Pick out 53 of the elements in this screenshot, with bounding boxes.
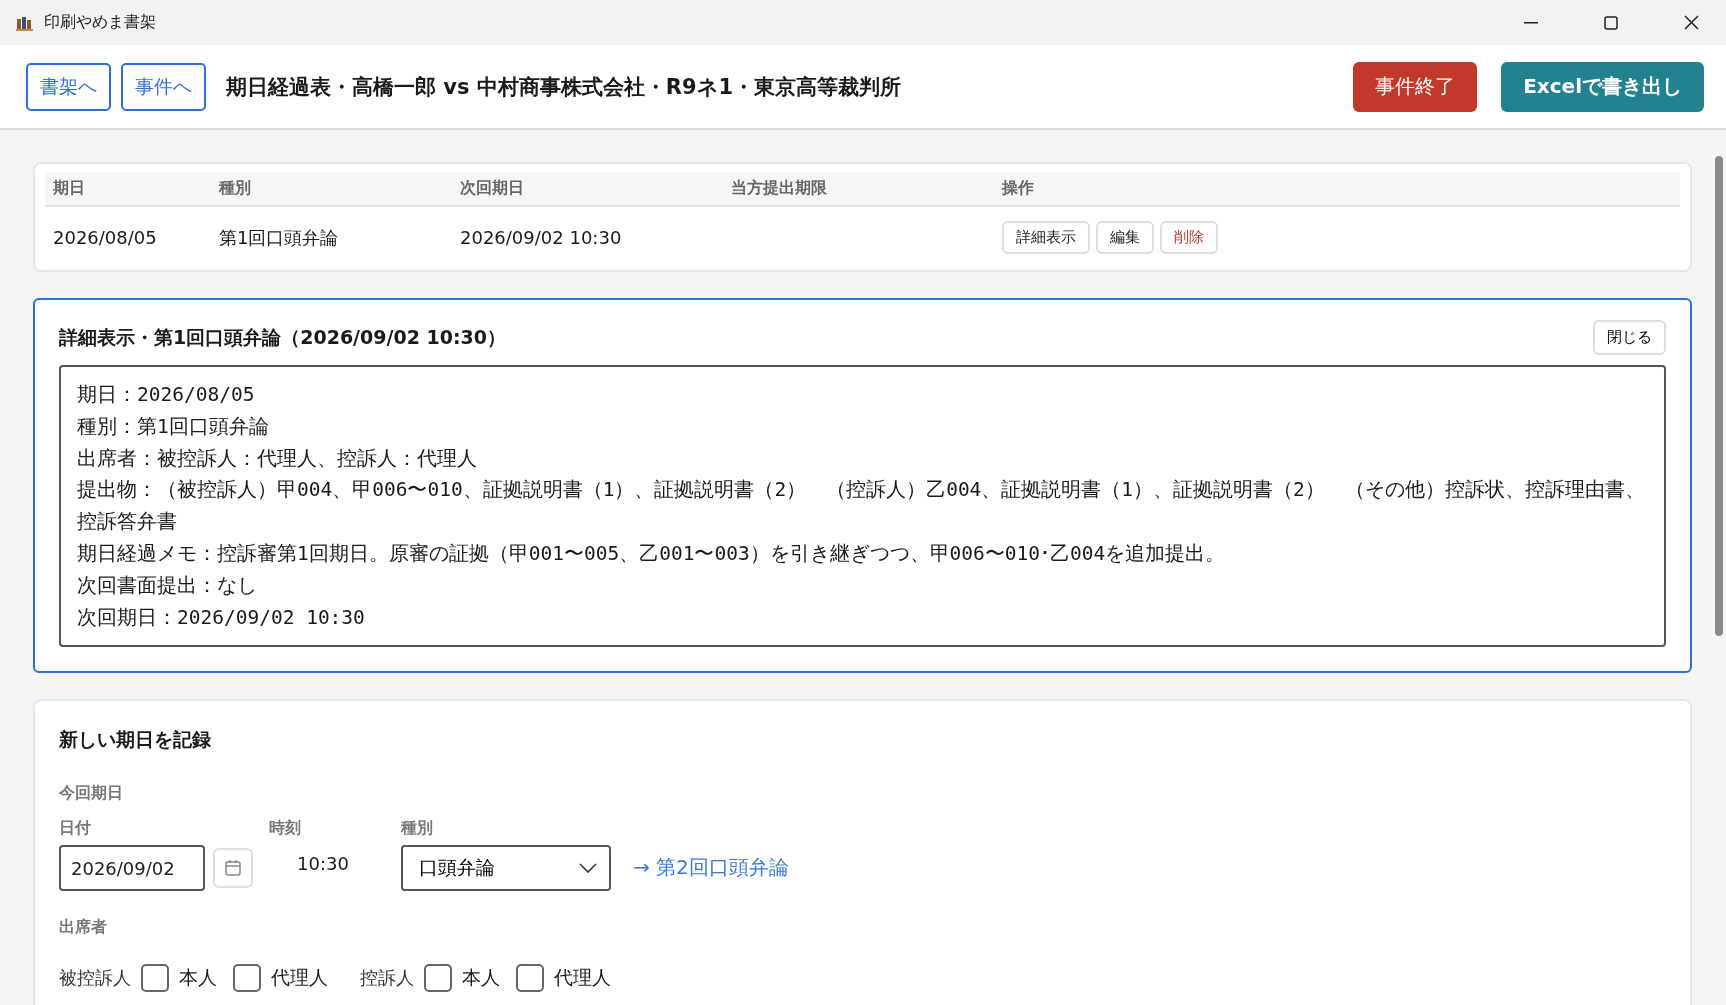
- nav-button[interactable]: 書架へ: [26, 62, 111, 111]
- detail-line: 次回書面提出：なし: [77, 572, 258, 599]
- table-cell: 第1回口頭弁論: [211, 206, 452, 270]
- detail-line: 提出物：（被控訴人）甲004、甲006〜010、証拠説明書（1）、証拠説明書（2） （控訴人）乙004、証拠説明書（1）、証拠説明書（2） （その他）控訴状、控訴理由書、控訴答弁書: [77, 477, 1646, 536]
- checkbox[interactable]: [424, 964, 452, 993]
- column-header: 当方提出期限: [723, 172, 994, 206]
- checkbox[interactable]: [141, 964, 169, 993]
- detail-line: 次回期日：2026/09/02 10:30: [77, 604, 366, 631]
- column-header: 期日: [45, 172, 211, 206]
- window-title: 印刷やめま書架: [44, 12, 156, 33]
- table-cell: 2026/09/02 10:30: [452, 206, 723, 270]
- date-field[interactable]: 2026/09/02: [59, 845, 205, 892]
- scrollbar[interactable]: [1715, 156, 1723, 636]
- checkbox[interactable]: [516, 964, 544, 993]
- close-icon[interactable]: [1683, 15, 1699, 30]
- action-button[interactable]: 詳細表示: [1002, 221, 1090, 254]
- column-header: 種別: [211, 172, 452, 206]
- type-dropdown[interactable]: 口頭弁論: [401, 845, 611, 892]
- time-label: 時刻: [269, 818, 302, 840]
- form-title: 新しい期日を記録: [59, 727, 212, 753]
- chevron-down-icon: [579, 863, 597, 874]
- checkbox-label: 本人: [462, 965, 500, 991]
- maximize-icon[interactable]: [1604, 15, 1618, 30]
- section-label: 今回期日: [59, 783, 124, 805]
- close-button[interactable]: 閉じる: [1593, 320, 1666, 355]
- checkbox-label: 代理人: [554, 965, 611, 991]
- books-icon: [16, 14, 34, 31]
- nav-button[interactable]: 事件へ: [121, 62, 206, 111]
- column-header: 操作: [994, 172, 1680, 206]
- checkbox-label: 代理人: [271, 965, 328, 991]
- minimize-icon[interactable]: [1524, 21, 1538, 24]
- column-header: 次回期日: [452, 172, 723, 206]
- party-label: 被控訴人: [59, 966, 131, 991]
- action-button[interactable]: 編集: [1096, 221, 1154, 254]
- type-label: 種別: [401, 818, 434, 840]
- checkbox-label: 本人: [179, 965, 217, 991]
- checkbox[interactable]: [233, 964, 261, 993]
- calendar-icon: [224, 859, 242, 878]
- next-session-link[interactable]: → 第2回口頭弁論: [633, 854, 789, 882]
- page-title: 期日経過表・高橋一郎 vs 中村商事株式会社・R9ネ1・東京高等裁判所: [226, 73, 902, 101]
- attendees-label: 出席者: [59, 917, 108, 939]
- detail-line: 種別：第1回口頭弁論: [77, 413, 270, 440]
- table-cell: 2026/08/05: [45, 206, 211, 270]
- detail-line: 期日経過メモ：控訴審第1回期日。原審の証拠（甲001〜005、乙001〜003）を引き継ぎつつ、甲006〜010･乙004を追加提出。: [77, 541, 1227, 567]
- time-value: 10:30: [296, 852, 350, 875]
- detail-line: 出席者：被控訴人：代理人、控訴人：代理人: [77, 445, 478, 472]
- detail-line: 期日：2026/08/05: [77, 382, 256, 408]
- delete-button[interactable]: 削除: [1160, 221, 1218, 254]
- date-label: 日付: [59, 818, 92, 840]
- detail-title: 詳細表示・第1回口頭弁論（2026/09/02 10:30）: [59, 324, 506, 350]
- export-button[interactable]: Excelで書き出し: [1501, 61, 1704, 112]
- end-case-button[interactable]: 事件終了: [1353, 61, 1478, 112]
- party-label: 控訴人: [360, 966, 414, 991]
